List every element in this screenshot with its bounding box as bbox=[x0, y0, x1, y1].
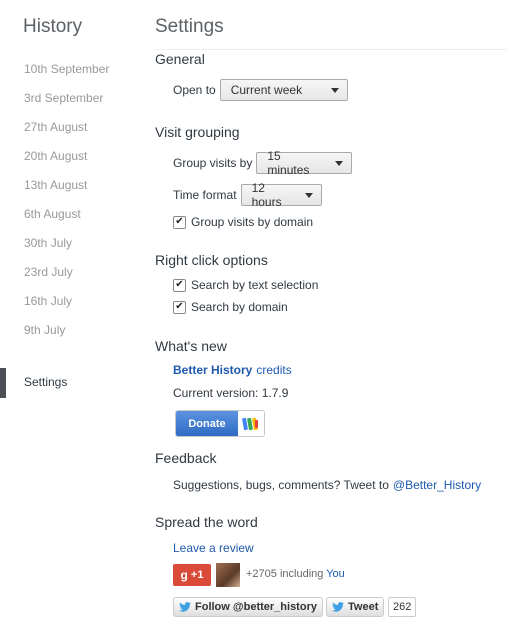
sidebar-item-week[interactable]: 16th July bbox=[24, 294, 72, 308]
sidebar-title: History bbox=[23, 16, 83, 37]
open-to-label: Open to bbox=[173, 83, 216, 97]
twitter-bird-icon bbox=[332, 602, 344, 612]
leave-review-link[interactable]: Leave a review bbox=[173, 541, 254, 555]
feedback-text: Suggestions, bugs, comments? Tweet to bbox=[173, 478, 389, 492]
group-by-domain-checkbox[interactable]: ✔ bbox=[173, 215, 186, 229]
twitter-handle-link[interactable]: @Better_History bbox=[393, 478, 481, 492]
title-divider bbox=[155, 49, 507, 50]
chevron-down-icon bbox=[304, 192, 313, 198]
time-format-row: Time format 12 hours bbox=[173, 181, 322, 209]
sidebar-item-week[interactable]: 10th September bbox=[24, 62, 109, 76]
search-selection-checkbox[interactable]: ✔ bbox=[173, 278, 186, 292]
feedback-row: Suggestions, bugs, comments? Tweet to @B… bbox=[173, 478, 481, 492]
donate-button[interactable]: Donate bbox=[175, 410, 265, 437]
tweet-label: Tweet bbox=[348, 601, 379, 613]
gplus-count-text: +2705 including bbox=[246, 568, 324, 580]
credits-link[interactable]: credits bbox=[256, 363, 291, 377]
gplus-button[interactable]: g +1 bbox=[173, 564, 211, 586]
search-domain-checkbox[interactable]: ✔ bbox=[173, 300, 186, 314]
gplus-icon: g bbox=[180, 568, 188, 582]
gplus-you-link[interactable]: You bbox=[326, 568, 345, 580]
sidebar-item-week[interactable]: 6th August bbox=[24, 207, 81, 221]
follow-label: Follow @better_history bbox=[195, 601, 317, 613]
sidebar-item-week[interactable]: 9th July bbox=[24, 323, 65, 337]
group-by-select[interactable]: 15 minutes bbox=[256, 149, 353, 177]
review-row: Leave a review bbox=[173, 541, 254, 555]
app-name-link[interactable]: Better History bbox=[173, 363, 252, 377]
open-to-value: Current week bbox=[230, 83, 303, 97]
app-credits-row: Better History credits bbox=[173, 363, 292, 377]
group-by-label: Group visits by bbox=[173, 156, 253, 170]
sidebar-item-week[interactable]: 27th August bbox=[24, 120, 87, 134]
group-by-domain-row[interactable]: ✔ Group visits by domain bbox=[173, 215, 313, 229]
section-heading-visit-grouping: Visit grouping bbox=[155, 124, 240, 140]
section-heading-spread: Spread the word bbox=[155, 514, 258, 530]
section-heading-right-click: Right click options bbox=[155, 252, 268, 268]
sidebar-item-settings[interactable]: Settings bbox=[24, 375, 67, 389]
open-to-row: Open to Current week bbox=[173, 79, 348, 101]
tweet-button[interactable]: Tweet bbox=[326, 597, 385, 617]
gplus-count: +2705 including You bbox=[246, 568, 345, 580]
group-by-value: 15 minutes bbox=[267, 149, 310, 177]
search-selection-label: Search by text selection bbox=[191, 278, 319, 292]
time-format-select[interactable]: 12 hours bbox=[240, 181, 322, 209]
open-to-select[interactable]: Current week bbox=[219, 79, 348, 101]
sidebar-item-week[interactable]: 30th July bbox=[24, 236, 72, 250]
donate-label: Donate bbox=[176, 411, 238, 436]
time-format-label: Time format bbox=[173, 188, 237, 202]
current-version: Current version: 1.7.9 bbox=[173, 386, 289, 400]
page-title: Settings bbox=[155, 16, 224, 37]
search-domain-label: Search by domain bbox=[191, 300, 288, 314]
twitter-bird-icon bbox=[179, 602, 191, 612]
sidebar-item-week[interactable]: 13th August bbox=[24, 178, 87, 192]
sidebar-item-week[interactable]: 23rd July bbox=[24, 265, 73, 279]
section-heading-general: General bbox=[155, 51, 205, 67]
sidebar-item-week[interactable]: 20th August bbox=[24, 149, 87, 163]
avatar bbox=[216, 563, 240, 587]
gplus-label: +1 bbox=[190, 569, 204, 581]
google-wallet-icon bbox=[238, 411, 264, 436]
group-by-domain-label: Group visits by domain bbox=[191, 215, 314, 229]
tweet-count: 262 bbox=[388, 597, 417, 617]
chevron-down-icon bbox=[330, 87, 339, 93]
sidebar-item-week[interactable]: 3rd September bbox=[24, 91, 103, 105]
time-format-value: 12 hours bbox=[251, 181, 282, 209]
section-heading-whats-new: What's new bbox=[155, 338, 227, 354]
section-heading-feedback: Feedback bbox=[155, 450, 217, 466]
search-selection-row[interactable]: ✔ Search by text selection bbox=[173, 278, 318, 292]
chevron-down-icon bbox=[335, 160, 344, 166]
active-item-marker bbox=[0, 368, 6, 398]
group-by-row: Group visits by 15 minutes bbox=[173, 149, 353, 177]
sidebar: History 10th September 3rd September 27t… bbox=[0, 0, 135, 633]
search-domain-row[interactable]: ✔ Search by domain bbox=[173, 300, 288, 314]
follow-button[interactable]: Follow @better_history bbox=[173, 597, 323, 617]
